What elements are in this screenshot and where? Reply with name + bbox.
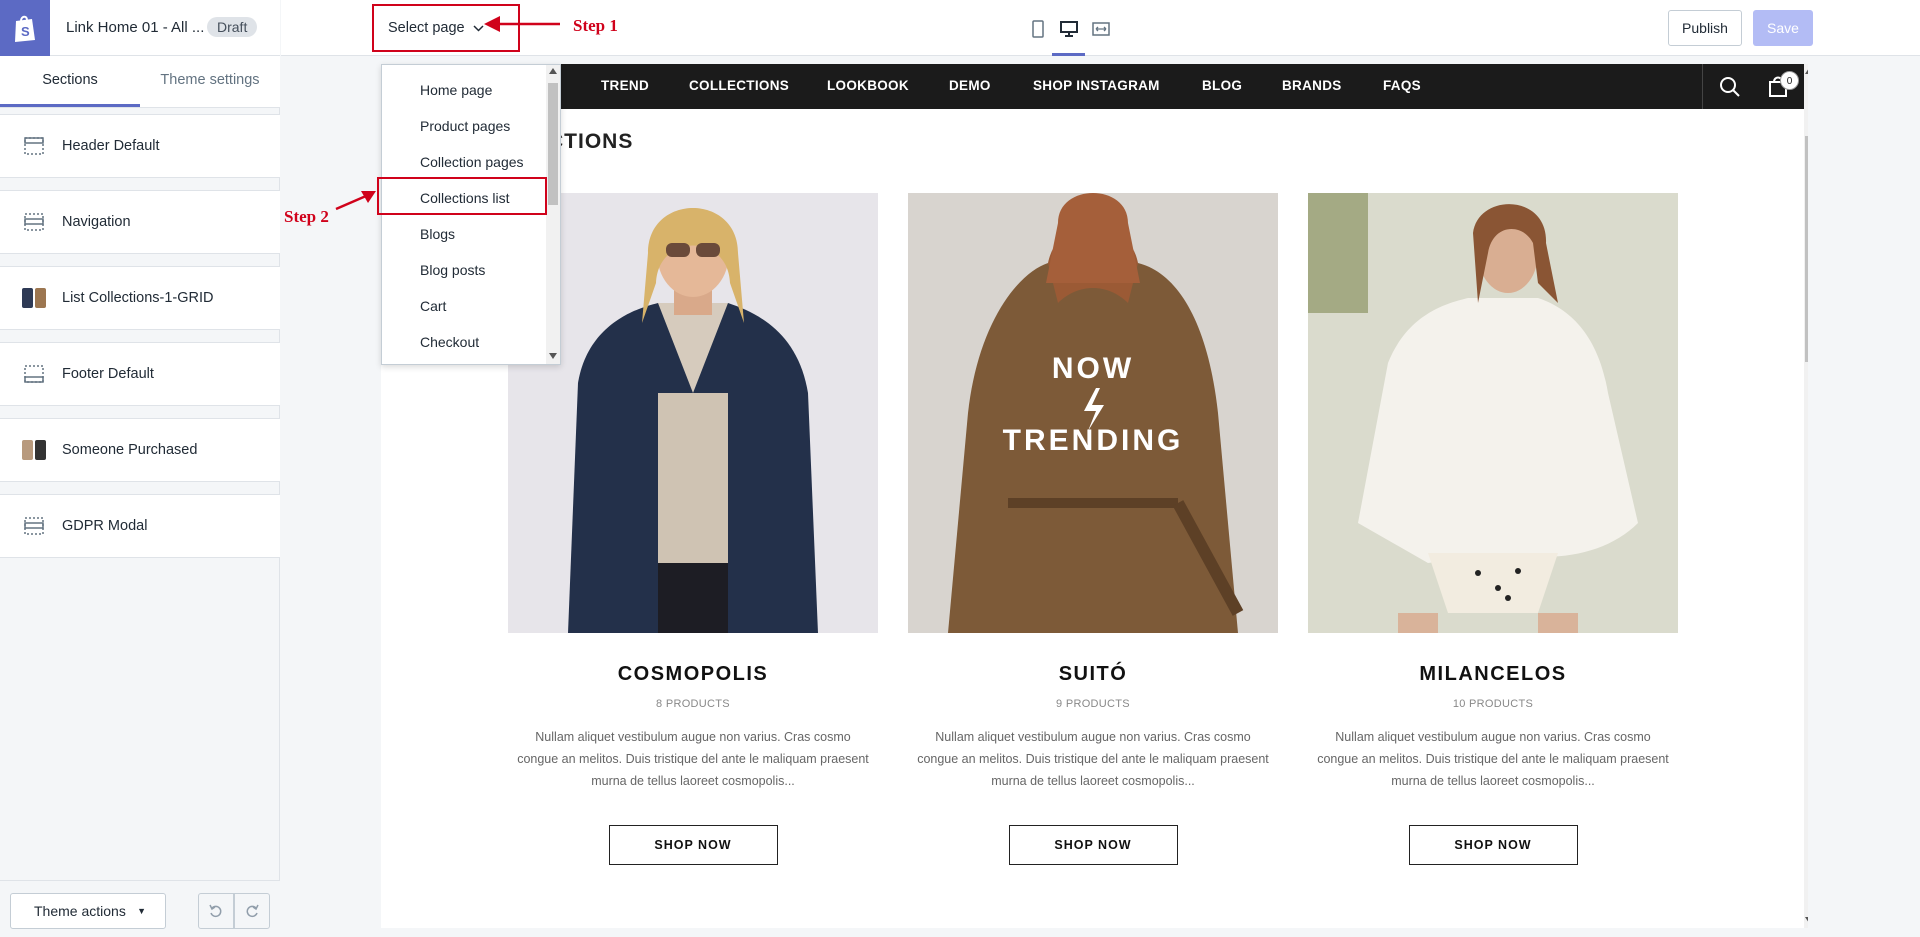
step1-annotation: Step 1	[573, 16, 618, 35]
nav-divider	[1702, 64, 1703, 109]
collection-card-milancelos: MILANCELOS 10 PRODUCTS Nullam aliquet ve…	[1308, 193, 1678, 865]
menu-scroll-down-icon[interactable]	[549, 353, 557, 359]
redo-icon	[246, 904, 259, 918]
trend-overlay-trending: TRENDING	[1003, 424, 1184, 457]
section-thumbnail	[22, 439, 46, 461]
section-layout-icon	[22, 515, 46, 537]
collection-description: Nullam aliquet vestibulum augue non vari…	[917, 730, 1269, 788]
collection-image[interactable]	[1308, 193, 1678, 633]
editor-sidebar: S Link Home 01 - All ... Draft Sections …	[0, 0, 280, 937]
nav-link-blog[interactable]: BLOG	[1202, 78, 1242, 93]
nav-link-trend[interactable]: TREND	[601, 78, 649, 93]
chevron-down-icon	[473, 21, 484, 35]
undo-button[interactable]	[198, 893, 234, 929]
collection-title[interactable]: SUITÓ	[908, 663, 1278, 686]
collection-description: Nullam aliquet vestibulum augue non vari…	[1317, 730, 1669, 788]
step2-highlight-box	[377, 177, 547, 215]
section-item-navigation[interactable]: Navigation	[0, 190, 280, 254]
tab-theme-settings[interactable]: Theme settings	[140, 56, 280, 107]
desktop-view-icon[interactable]	[1058, 18, 1080, 40]
section-item-header-default[interactable]: Header Default	[0, 114, 280, 178]
tab-sections[interactable]: Sections	[0, 56, 140, 107]
nav-link-shop-instagram[interactable]: SHOP INSTAGRAM	[1033, 78, 1160, 93]
save-button[interactable]: Save	[1753, 10, 1813, 46]
menu-item-checkout[interactable]: Checkout	[420, 334, 479, 350]
mobile-view-icon[interactable]	[1027, 18, 1049, 40]
collection-product-count: 10 PRODUCTS	[1452, 698, 1534, 710]
shop-now-button[interactable]: SHOP NOW	[608, 825, 778, 865]
nav-link-brands[interactable]: BRANDS	[1282, 78, 1342, 93]
cart-count-badge: 0	[1780, 71, 1799, 90]
menu-scroll-thumb[interactable]	[548, 83, 558, 205]
store-navigation: TREND COLLECTIONS LOOKBOOK DEMO SHOP INS…	[381, 64, 1804, 109]
scroll-up-icon[interactable]	[1805, 68, 1808, 74]
section-layout-icon	[22, 363, 46, 385]
theme-name[interactable]: Link Home 01 - All ...	[66, 19, 204, 36]
step2-arrow-icon	[335, 191, 376, 211]
section-label: Navigation	[62, 214, 131, 230]
section-layout-icon	[22, 135, 46, 157]
theme-preview: TREND COLLECTIONS LOOKBOOK DEMO SHOP INS…	[381, 64, 1808, 928]
shopify-logo[interactable]: S	[0, 0, 50, 56]
section-layout-icon	[22, 211, 46, 233]
section-label: Footer Default	[62, 366, 154, 382]
menu-scroll-up-icon[interactable]	[549, 68, 557, 74]
active-view-indicator	[1052, 53, 1085, 56]
collection-image[interactable]: NOW TRENDING	[908, 193, 1278, 633]
shopify-bag-icon: S	[15, 15, 35, 42]
section-thumbnail	[22, 287, 46, 309]
shop-now-button[interactable]: SHOP NOW	[1408, 825, 1578, 865]
shop-now-button[interactable]: SHOP NOW	[1008, 825, 1178, 865]
collection-image[interactable]	[508, 193, 878, 633]
theme-actions-button[interactable]: Theme actions ▼	[10, 893, 166, 929]
menu-item-home-page[interactable]: Home page	[420, 82, 492, 98]
section-item-someone-purchased[interactable]: Someone Purchased	[0, 418, 280, 482]
sidebar-header: S Link Home 01 - All ... Draft	[0, 0, 280, 56]
publish-button[interactable]: Publish	[1668, 10, 1742, 46]
scroll-down-icon[interactable]	[1805, 917, 1808, 923]
caret-down-icon: ▼	[137, 906, 146, 916]
select-page-label: Select page	[388, 20, 465, 36]
search-icon[interactable]	[1719, 76, 1741, 98]
preview-scroll-thumb[interactable]	[1805, 136, 1808, 362]
menu-item-cart[interactable]: Cart	[420, 298, 446, 314]
collection-product-count: 9 PRODUCTS	[1056, 698, 1130, 710]
draft-badge: Draft	[207, 17, 258, 37]
nav-link-faqs[interactable]: FAQS	[1383, 78, 1421, 93]
sidebar-footer: Theme actions ▼	[0, 880, 280, 937]
step2-annotation: Step 2	[284, 207, 329, 226]
svg-text:S: S	[21, 24, 30, 39]
section-label: List Collections-1-GRID	[62, 290, 214, 306]
collection-title[interactable]: COSMOPOLIS	[508, 663, 878, 686]
collection-description: Nullam aliquet vestibulum augue non vari…	[517, 730, 869, 788]
menu-item-blogs[interactable]: Blogs	[420, 226, 455, 242]
section-label: Header Default	[62, 138, 160, 154]
collection-product-count: 8 PRODUCTS	[656, 698, 730, 710]
section-item-footer-default[interactable]: Footer Default	[0, 342, 280, 406]
step1-arrow-icon	[484, 16, 560, 32]
section-label: Someone Purchased	[62, 442, 198, 458]
section-label: GDPR Modal	[62, 518, 148, 534]
menu-item-blog-posts[interactable]: Blog posts	[420, 262, 485, 278]
sidebar-tabs: Sections Theme settings	[0, 56, 280, 108]
nav-link-collections[interactable]: COLLECTIONS	[689, 78, 789, 93]
theme-actions-label: Theme actions	[34, 903, 126, 919]
collection-card-suito: NOW TRENDING SUITÓ 9 PRODUCTS Nullam ali…	[908, 193, 1278, 865]
section-item-gdpr-modal[interactable]: GDPR Modal	[0, 494, 280, 558]
nav-link-demo[interactable]: DEMO	[949, 78, 991, 93]
redo-button[interactable]	[234, 893, 270, 929]
nav-link-lookbook[interactable]: LOOKBOOK	[827, 78, 909, 93]
undo-icon	[209, 904, 222, 918]
collection-card-cosmopolis: COSMOPOLIS 8 PRODUCTS Nullam aliquet ves…	[508, 193, 878, 865]
menu-item-collection-pages[interactable]: Collection pages	[420, 154, 524, 170]
trend-overlay-now: NOW	[1052, 352, 1134, 385]
fullscreen-view-icon[interactable]	[1090, 18, 1112, 40]
collection-title[interactable]: MILANCELOS	[1308, 663, 1678, 686]
menu-item-product-pages[interactable]: Product pages	[420, 118, 510, 134]
section-item-list-collections[interactable]: List Collections-1-GRID	[0, 266, 280, 330]
